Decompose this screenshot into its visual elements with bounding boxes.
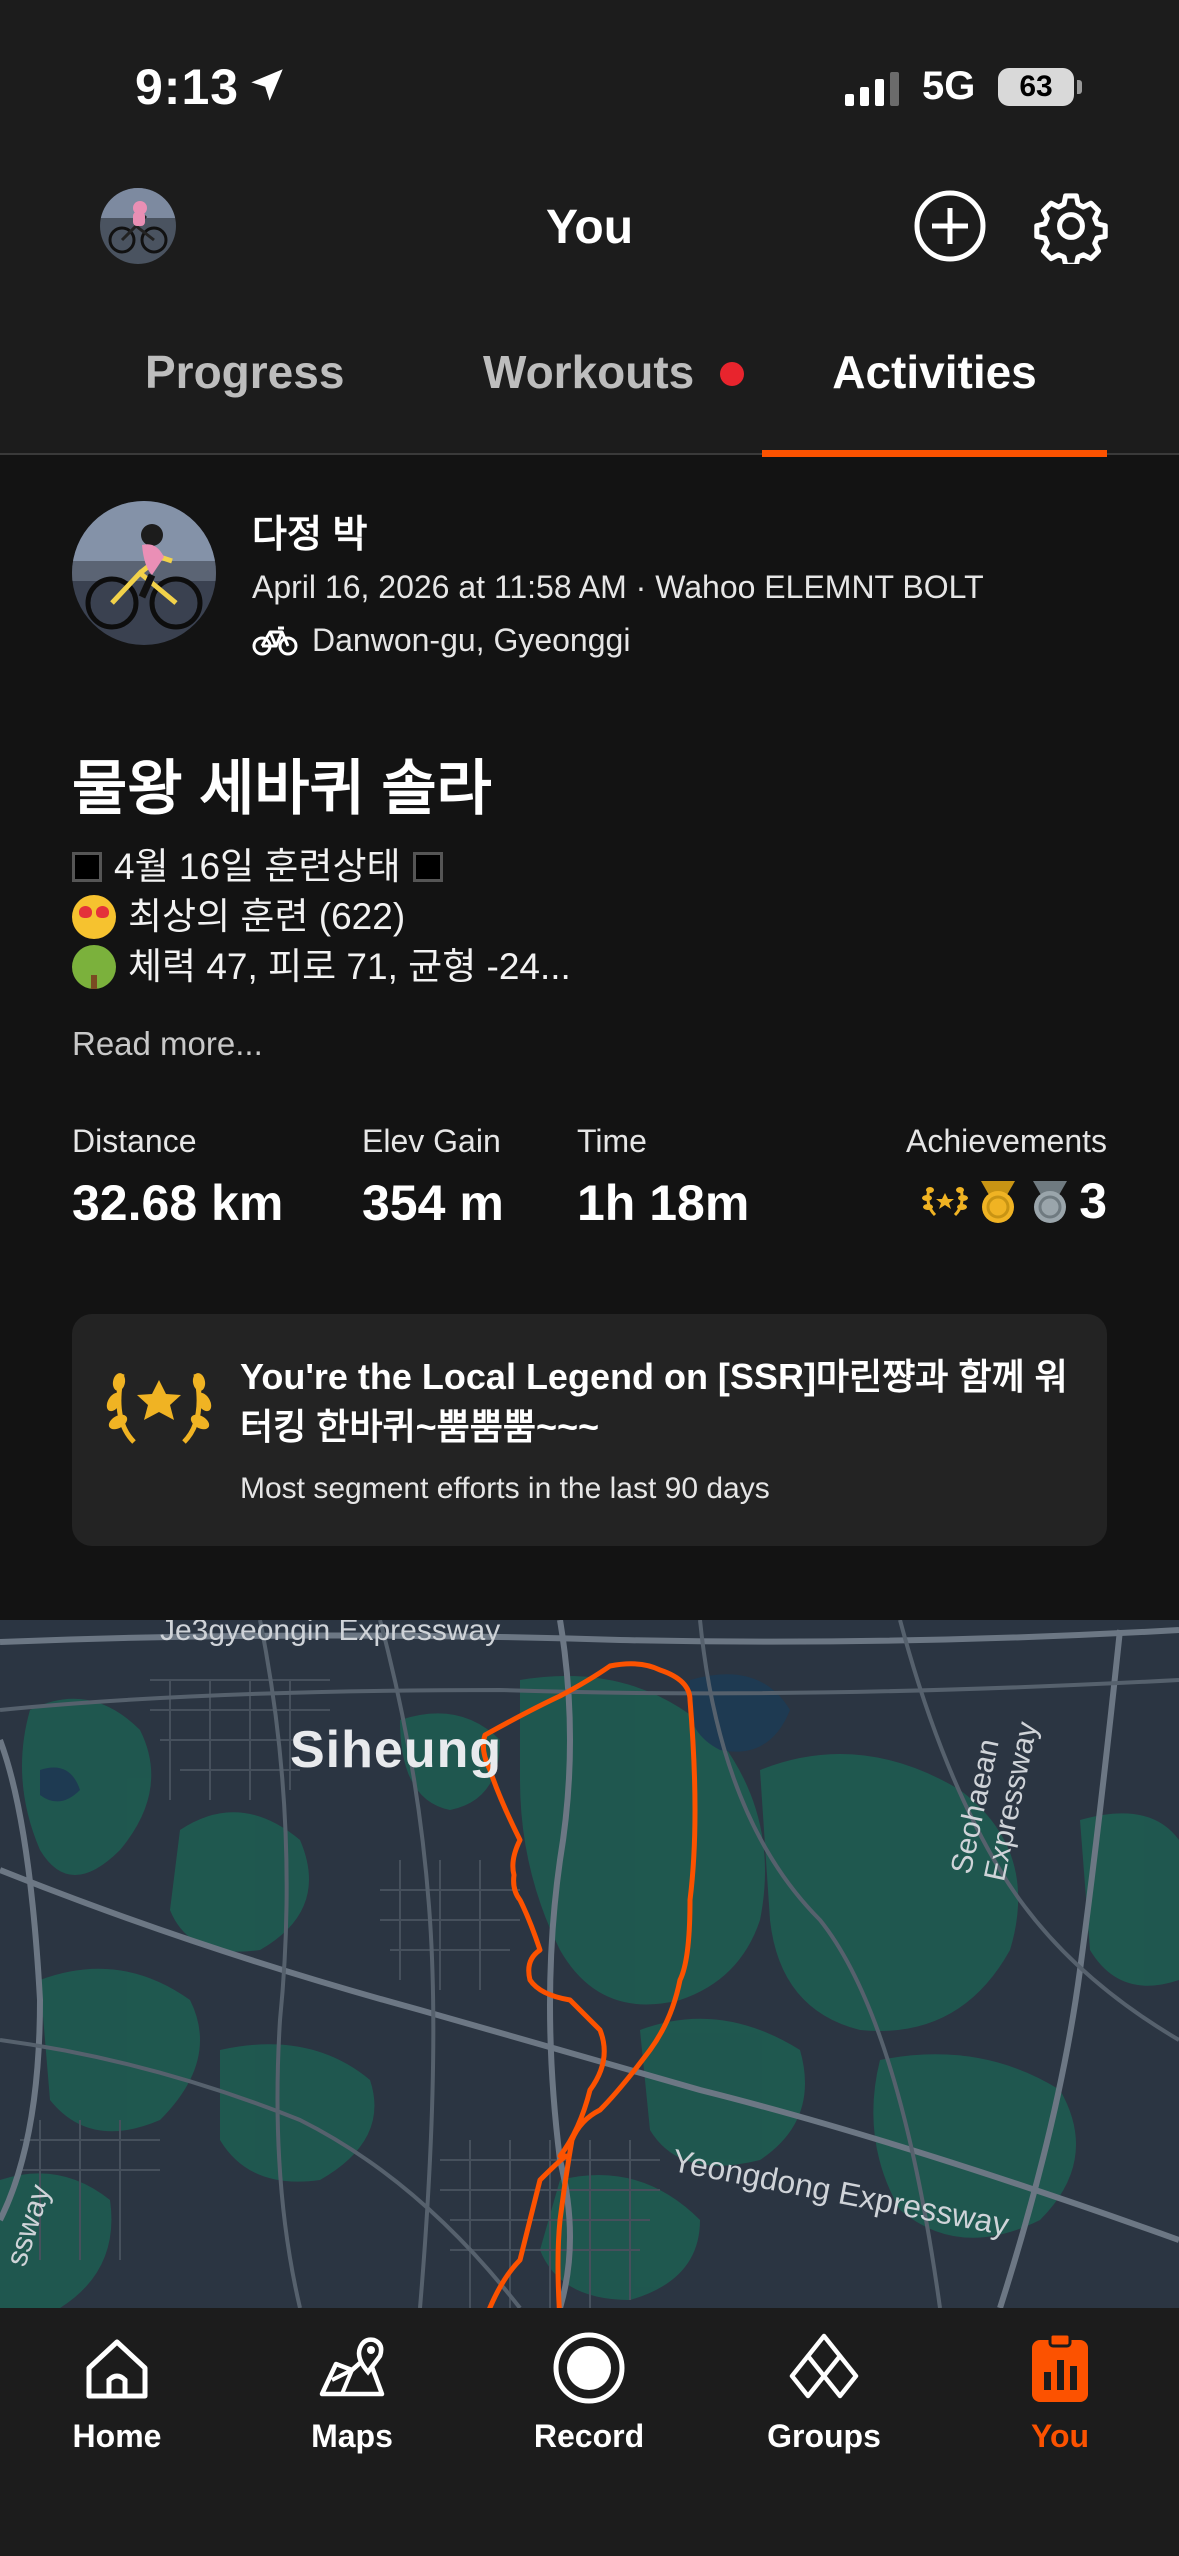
local-legend-card[interactable]: You're the Local Legend on [SSR]마린쨩과 함께 …: [72, 1314, 1107, 1546]
you-icon: [1032, 2332, 1088, 2402]
local-legend-laurel-icon: [106, 1373, 212, 1444]
route-map[interactable]: Siheung Je3gyeongin Expressway Seohaean …: [0, 1620, 1179, 2308]
activity-title[interactable]: 물왕 세바퀴 솔라: [72, 740, 492, 827]
stat-distance: Distance 32.68 km: [72, 1123, 283, 1232]
battery-cap: [1077, 80, 1082, 94]
tab-groups[interactable]: Groups: [734, 2328, 914, 2455]
tab-record[interactable]: Record: [499, 2328, 679, 2455]
tab-label: Maps: [311, 2418, 393, 2454]
tab-label: You: [1030, 2418, 1090, 2454]
stat-label: Elev Gain: [362, 1123, 501, 1159]
silver-medal-icon: [1033, 1181, 1068, 1223]
location-arrow-icon: [251, 69, 283, 101]
status-time: 9:13: [135, 59, 240, 115]
activity-card[interactable]: 다정 박 April 16, 2026 at 11:58 AM · Wahoo …: [0, 457, 1179, 1620]
stat-achievements[interactable]: Achievements 3: [906, 1123, 1107, 1230]
local-legend-subtitle: Most segment efforts in the last 90 days: [240, 1472, 770, 1505]
stat-value: 32.68 km: [72, 1175, 284, 1231]
read-more-link[interactable]: Read more...: [72, 1025, 263, 1063]
athlete-avatar[interactable]: [72, 501, 216, 645]
status-bar: 9:13 5G 63: [0, 0, 1179, 170]
tab-label: Record: [533, 2418, 645, 2454]
stat-value: 354 m: [362, 1175, 504, 1231]
description-line: 최상의 훈련 (622): [128, 896, 406, 937]
home-icon: [86, 2339, 148, 2399]
tab-you[interactable]: You: [970, 2328, 1150, 2455]
tab-progress[interactable]: Progress: [145, 345, 344, 453]
description-line: 체력 47, 피로 71, 균형 -24...: [128, 946, 571, 987]
cellular-signal-icon: [845, 70, 899, 106]
tab-activities[interactable]: Activities: [762, 345, 1107, 453]
athlete-name[interactable]: 다정 박: [252, 503, 367, 558]
notification-dot: [720, 362, 744, 386]
map-label-expressway: Je3gyeongin Expressway: [160, 1620, 501, 1647]
achievement-count: 3: [1079, 1173, 1107, 1229]
page-title: You: [545, 201, 634, 254]
gear-icon[interactable]: [1033, 188, 1109, 264]
stat-time: Time 1h 18m: [577, 1123, 749, 1232]
laurel-icon: [922, 1187, 969, 1217]
location-row: Danwon-gu, Gyeonggi: [252, 622, 630, 659]
groups-icon: [789, 2333, 859, 2399]
stat-label: Distance: [72, 1123, 197, 1159]
tab-home[interactable]: Home: [27, 2328, 207, 2455]
record-icon: [553, 2332, 625, 2404]
activity-meta: April 16, 2026 at 11:58 AM · Wahoo ELEMN…: [252, 569, 984, 605]
gold-medal-icon: [981, 1181, 1016, 1223]
local-legend-title: You're the Local Legend on [SSR]마린쨩과 함께 …: [240, 1356, 1068, 1447]
map-label-city: Siheung: [290, 1721, 503, 1779]
tab-label: Home: [72, 2418, 162, 2454]
active-tab-indicator: [762, 450, 1107, 457]
stat-elev-gain: Elev Gain 354 m: [362, 1123, 504, 1232]
tree-emoji-icon: [72, 945, 116, 989]
tab-workouts[interactable]: Workouts: [483, 345, 694, 453]
battery-level: 63: [1019, 70, 1053, 103]
nav-header: You Progress Workouts Activities: [0, 170, 1179, 457]
black-square-icon: [412, 852, 443, 882]
description-line: 4월 16일 훈련상태: [114, 846, 401, 887]
tab-label: Groups: [767, 2418, 881, 2454]
activity-location: Danwon-gu, Gyeonggi: [312, 622, 631, 658]
heart-eyes-emoji-icon: [72, 895, 116, 939]
stat-value: 1h 18m: [577, 1175, 750, 1231]
network-type: 5G: [922, 64, 976, 108]
stat-label: Achievements: [906, 1123, 1107, 1159]
maps-icon: [319, 2337, 385, 2397]
activity-description: 4월 16일 훈련상태 최상의 훈련 (622) 체력 47, 피로 71, 균…: [72, 842, 571, 992]
add-icon[interactable]: [912, 188, 988, 264]
tab-maps[interactable]: Maps: [262, 2328, 442, 2455]
battery-icon: 63: [998, 68, 1074, 106]
bottom-tab-bar: Home Maps Record Groups You: [0, 2308, 1179, 2556]
stat-label: Time: [577, 1123, 647, 1159]
bike-icon: [252, 626, 298, 655]
black-square-icon: [72, 852, 102, 882]
